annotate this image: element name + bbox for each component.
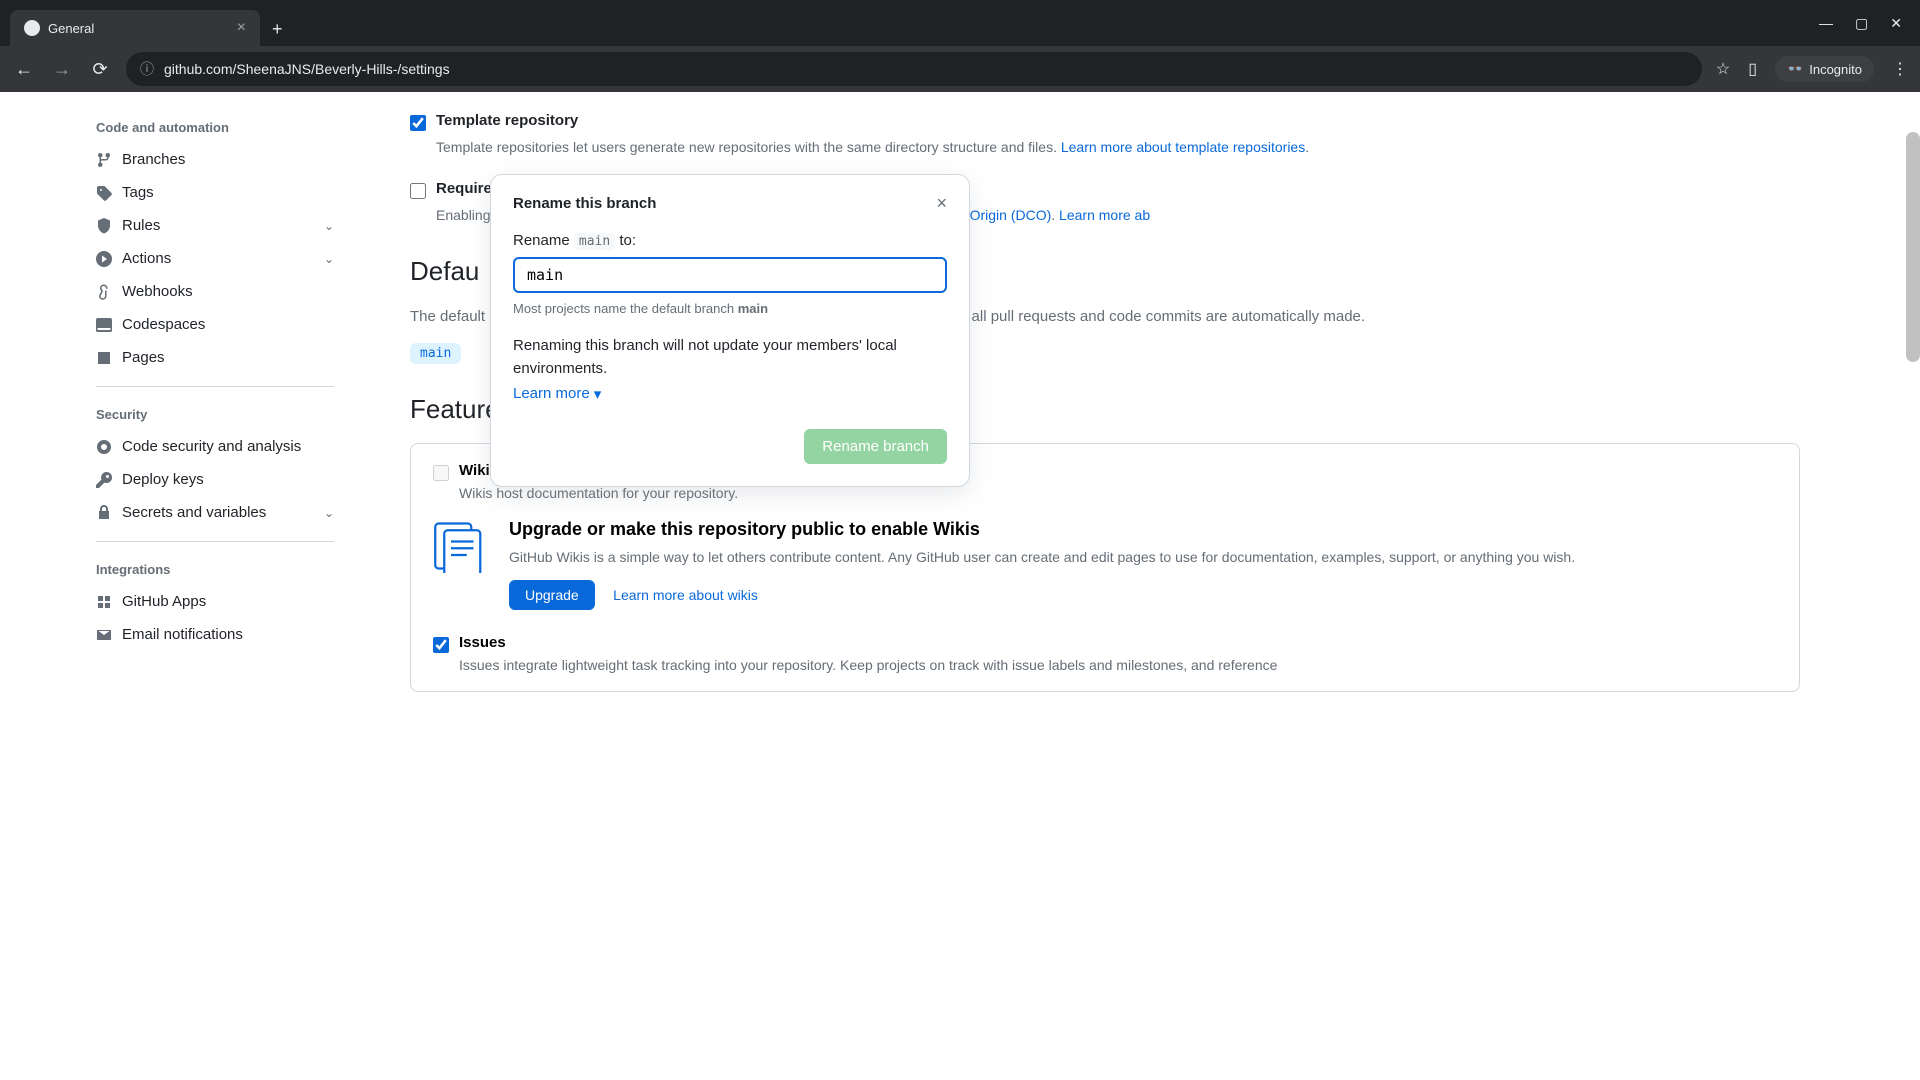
browser-tab-strip: General × + ― ▢ ✕ — [0, 0, 1920, 46]
rename-label: Rename main to: — [513, 232, 947, 249]
url-text: github.com/SheenaJNS/Beverly-Hills-/sett… — [164, 61, 450, 77]
learn-more-link[interactable]: Learn more▾ — [513, 385, 601, 403]
github-favicon — [24, 20, 40, 36]
caret-down-icon: ▾ — [594, 385, 602, 403]
incognito-badge[interactable]: 👓 Incognito — [1775, 56, 1874, 82]
branch-name-hint: Most projects name the default branch ma… — [513, 301, 947, 316]
forward-button[interactable]: → — [50, 59, 74, 80]
bookmark-icon[interactable]: ☆ — [1716, 59, 1730, 79]
back-button[interactable]: ← — [12, 59, 36, 80]
rename-branch-modal: Rename this branch × Rename main to: Mos… — [490, 174, 970, 487]
window-maximize-icon[interactable]: ▢ — [1855, 15, 1868, 32]
side-panel-icon[interactable]: ▯ — [1748, 59, 1757, 79]
tab-title: General — [48, 21, 94, 36]
new-tab-button[interactable]: + — [260, 13, 295, 46]
browser-menu-icon[interactable]: ⋮ — [1892, 59, 1908, 79]
window-close-icon[interactable]: ✕ — [1890, 15, 1902, 32]
rename-branch-button[interactable]: Rename branch — [804, 429, 947, 464]
rename-warning: Renaming this branch will not update you… — [513, 334, 947, 381]
branch-name-input[interactable] — [513, 257, 947, 293]
modal-backdrop: Rename this branch × Rename main to: Mos… — [0, 92, 1920, 1080]
address-bar[interactable]: ⓘ github.com/SheenaJNS/Beverly-Hills-/se… — [126, 52, 1702, 86]
browser-toolbar: ← → ⟳ ⓘ github.com/SheenaJNS/Beverly-Hil… — [0, 46, 1920, 92]
incognito-icon: 👓 — [1787, 61, 1803, 77]
site-info-icon[interactable]: ⓘ — [140, 59, 154, 79]
modal-close-button[interactable]: × — [936, 193, 947, 214]
modal-title: Rename this branch — [513, 195, 656, 212]
window-minimize-icon[interactable]: ― — [1819, 15, 1833, 31]
close-tab-icon[interactable]: × — [237, 19, 246, 37]
reload-button[interactable]: ⟳ — [88, 59, 112, 80]
browser-tab[interactable]: General × — [10, 10, 260, 46]
